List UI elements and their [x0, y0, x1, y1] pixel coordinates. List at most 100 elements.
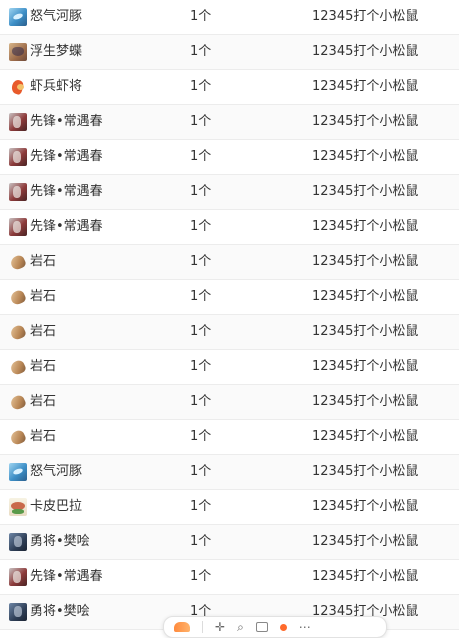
item-user: 12345打个小松鼠	[312, 184, 419, 199]
item-user: 12345打个小松鼠	[312, 569, 419, 584]
item-count: 1个	[190, 9, 212, 24]
item-user: 12345打个小松鼠	[312, 149, 419, 164]
item-name-cell: 岩石	[9, 385, 56, 419]
item-user: 12345打个小松鼠	[312, 324, 419, 339]
item-name-cell: 卡皮巴拉	[9, 490, 82, 524]
item-user: 12345打个小松鼠	[312, 359, 419, 374]
item-name: 岩石	[30, 289, 57, 304]
rock-icon	[9, 428, 27, 446]
vanguard-icon	[9, 148, 27, 166]
item-count: 1个	[190, 324, 212, 339]
item-user: 12345打个小松鼠	[312, 394, 419, 409]
item-count: 1个	[190, 254, 212, 269]
table-row: 先锋•常遇春 1个 12345打个小松鼠	[0, 105, 459, 140]
general-icon	[9, 533, 27, 551]
item-name: 岩石	[30, 254, 57, 269]
cursor-icon[interactable]: ✛	[215, 620, 225, 634]
item-count: 1个	[190, 499, 212, 514]
item-count: 1个	[190, 359, 212, 374]
item-name: 先锋•常遇春	[30, 184, 103, 199]
item-name: 勇将•樊哙	[30, 604, 90, 619]
item-user: 12345打个小松鼠	[312, 44, 419, 59]
item-name: 卡皮巴拉	[30, 499, 83, 514]
more-icon[interactable]: ⋯	[299, 620, 311, 634]
item-user: 12345打个小松鼠	[312, 9, 419, 24]
vanguard-icon	[9, 218, 27, 236]
item-name: 先锋•常遇春	[30, 149, 103, 164]
item-user: 12345打个小松鼠	[312, 254, 419, 269]
table-row: 先锋•常遇春 1个 12345打个小松鼠	[0, 140, 459, 175]
table-row: 岩石 1个 12345打个小松鼠	[0, 350, 459, 385]
item-count: 1个	[190, 79, 212, 94]
item-name: 岩石	[30, 394, 57, 409]
item-count: 1个	[190, 219, 212, 234]
table-row: 岩石 1个 12345打个小松鼠	[0, 245, 459, 280]
item-name-cell: 先锋•常遇春	[9, 140, 103, 174]
butterfly-icon	[9, 43, 27, 61]
item-name: 岩石	[30, 324, 57, 339]
dolphin-icon	[9, 463, 27, 481]
window-icon[interactable]	[255, 622, 268, 632]
rock-icon	[9, 253, 27, 271]
item-name-cell: 岩石	[9, 315, 56, 349]
item-name-cell: 怒气河豚	[9, 0, 82, 34]
table-row: 先锋•常遇春 1个 12345打个小松鼠	[0, 175, 459, 210]
item-name: 怒气河豚	[30, 464, 83, 479]
item-name-cell: 勇将•樊哙	[9, 525, 90, 559]
item-count: 1个	[190, 44, 212, 59]
item-name: 浮生梦蝶	[30, 44, 83, 59]
table-row: 勇将•樊哙 1个 12345打个小松鼠	[0, 525, 459, 560]
general-icon	[9, 603, 27, 621]
item-count: 1个	[190, 464, 212, 479]
capybara-icon	[9, 498, 27, 516]
item-name: 岩石	[30, 359, 57, 374]
item-user: 12345打个小松鼠	[312, 464, 419, 479]
table-row: 怒气河豚 1个 12345打个小松鼠	[0, 0, 459, 35]
item-count: 1个	[190, 184, 212, 199]
item-name: 先锋•常遇春	[30, 569, 103, 584]
item-count: 1个	[190, 429, 212, 444]
item-name: 勇将•樊哙	[30, 534, 90, 549]
item-name-cell: 岩石	[9, 280, 56, 314]
item-name-cell: 虾兵虾将	[9, 70, 82, 104]
vanguard-icon	[9, 568, 27, 586]
dolphin-icon	[9, 8, 27, 26]
item-count: 1个	[190, 569, 212, 584]
item-user: 12345打个小松鼠	[312, 114, 419, 129]
rock-icon	[9, 288, 27, 306]
rock-icon	[9, 323, 27, 341]
table-row: 岩石 1个 12345打个小松鼠	[0, 280, 459, 315]
logo-icon[interactable]	[174, 622, 190, 632]
search-icon[interactable]: ⌕	[237, 620, 244, 635]
item-user: 12345打个小松鼠	[312, 289, 419, 304]
table-row: 卡皮巴拉 1个 12345打个小松鼠	[0, 490, 459, 525]
item-user: 12345打个小松鼠	[312, 499, 419, 514]
item-count: 1个	[190, 149, 212, 164]
item-name-cell: 先锋•常遇春	[9, 105, 103, 139]
item-name-cell: 勇将•樊哙	[9, 595, 90, 629]
record-table: 怒气河豚 1个 12345打个小松鼠 浮生梦蝶 1个 12345打个小松鼠 虾兵…	[0, 0, 459, 630]
item-name: 虾兵虾将	[30, 79, 83, 94]
item-name-cell: 岩石	[9, 420, 56, 454]
table-row: 浮生梦蝶 1个 12345打个小松鼠	[0, 35, 459, 70]
table-row: 岩石 1个 12345打个小松鼠	[0, 315, 459, 350]
item-name-cell: 先锋•常遇春	[9, 210, 103, 244]
item-count: 1个	[190, 394, 212, 409]
item-count: 1个	[190, 534, 212, 549]
toolbar-divider	[202, 621, 203, 633]
item-user: 12345打个小松鼠	[312, 429, 419, 444]
rock-icon	[9, 358, 27, 376]
item-name-cell: 岩石	[9, 245, 56, 279]
item-user: 12345打个小松鼠	[312, 79, 419, 94]
table-row: 岩石 1个 12345打个小松鼠	[0, 420, 459, 455]
table-row: 先锋•常遇春 1个 12345打个小松鼠	[0, 560, 459, 595]
item-user: 12345打个小松鼠	[312, 534, 419, 549]
notification-dot-icon[interactable]	[279, 623, 287, 631]
table-row: 虾兵虾将 1个 12345打个小松鼠	[0, 70, 459, 105]
item-name-cell: 怒气河豚	[9, 455, 82, 489]
item-name-cell: 先锋•常遇春	[9, 560, 103, 594]
table-row: 怒气河豚 1个 12345打个小松鼠	[0, 455, 459, 490]
shrimp-soldier-icon	[9, 78, 27, 96]
item-name: 先锋•常遇春	[30, 219, 103, 234]
item-name: 怒气河豚	[30, 9, 83, 24]
